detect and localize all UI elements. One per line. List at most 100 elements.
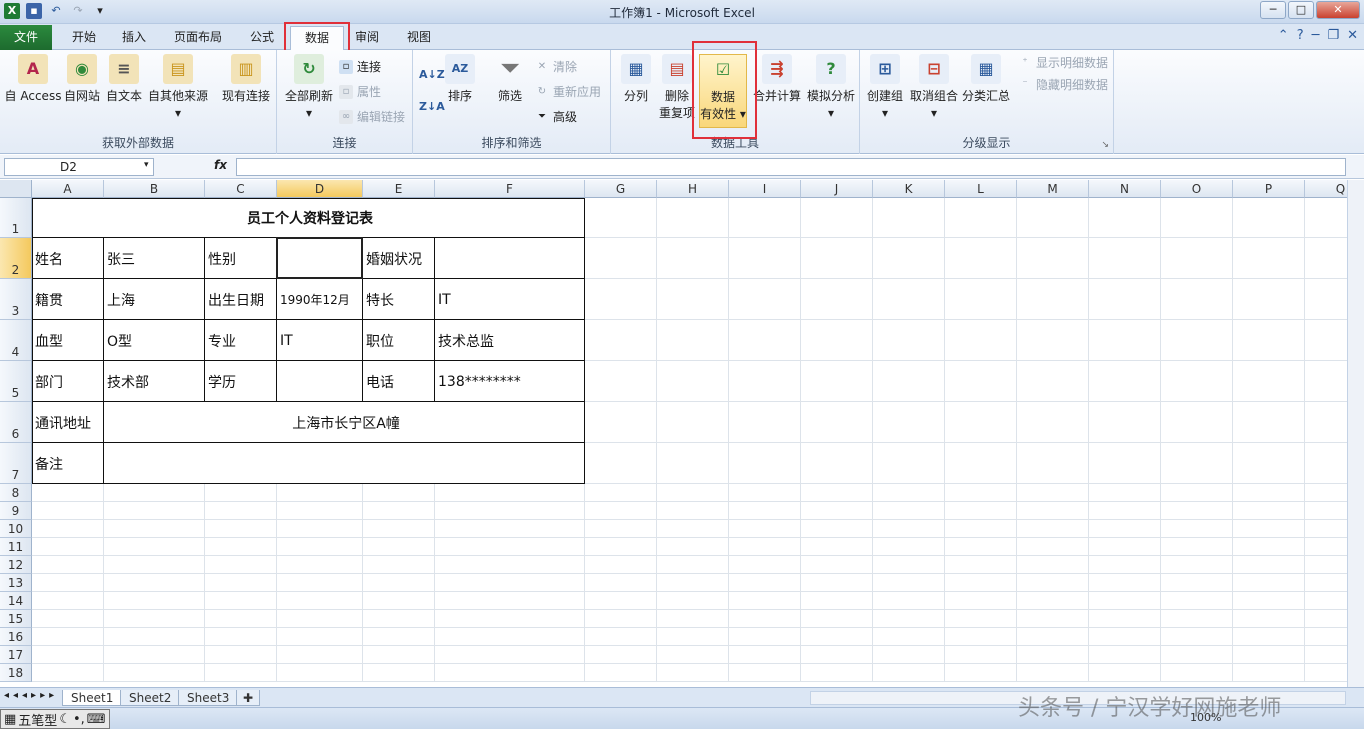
name-box[interactable]: D2 xyxy=(4,158,154,176)
sort-a-z-icon[interactable]: A↓Z xyxy=(419,66,445,84)
cell-A3[interactable]: 籍贯 xyxy=(32,279,104,320)
row-header-6[interactable]: 6 xyxy=(0,402,32,443)
column-header-P[interactable]: P xyxy=(1233,180,1305,198)
cell-E4[interactable]: 职位 xyxy=(363,320,435,361)
insert-sheet-icon[interactable]: ✚ xyxy=(236,690,261,706)
hide-detail-button[interactable]: ⁻ 隐藏明细数据 xyxy=(1018,76,1108,94)
cell-C5[interactable]: 学历 xyxy=(205,361,277,402)
advanced-filter-button[interactable]: ⏷ 高级 xyxy=(535,108,577,126)
row-header-14[interactable]: 14 xyxy=(0,592,32,610)
edit-links-button[interactable]: ∞ 编辑链接 xyxy=(339,108,405,126)
help-icon[interactable]: ? xyxy=(1297,28,1304,43)
filter-button[interactable]: ⏷ 筛选 xyxy=(493,54,527,105)
row-header-15[interactable]: 15 xyxy=(0,610,32,628)
show-detail-button[interactable]: ⁺ 显示明细数据 xyxy=(1018,54,1108,72)
cell-B7-merged[interactable] xyxy=(104,443,585,484)
cell-A5[interactable]: 部门 xyxy=(32,361,104,402)
subtotal-button[interactable]: ▦ 分类汇总 xyxy=(960,54,1012,105)
reapply-button[interactable]: ↻ 重新应用 xyxy=(535,83,601,101)
row-header-2[interactable]: 2 xyxy=(0,238,32,279)
formula-input[interactable] xyxy=(236,158,1346,176)
insert-function-icon[interactable]: fx xyxy=(214,158,227,172)
tab-insert[interactable]: 插入 xyxy=(108,26,160,49)
select-all-corner[interactable] xyxy=(0,180,32,198)
ribbon-collapse-icon[interactable]: ⌃ xyxy=(1278,28,1289,43)
doc-minimize-icon[interactable]: ─ xyxy=(1312,28,1320,43)
tab-formulas[interactable]: 公式 xyxy=(236,26,288,49)
properties-button[interactable]: ▫ 属性 xyxy=(339,83,381,101)
sort-z-a-icon[interactable]: Z↓A xyxy=(419,98,445,116)
existing-connections-button[interactable]: ▥ 现有连接 xyxy=(218,54,274,105)
column-header-D[interactable]: D xyxy=(277,180,363,198)
column-header-A[interactable]: A xyxy=(32,180,104,198)
row-header-7[interactable]: 7 xyxy=(0,443,32,484)
cell-E2[interactable]: 婚姻状况 xyxy=(363,238,435,279)
cell-C2[interactable]: 性别 xyxy=(205,238,277,279)
minimize-button[interactable]: ─ xyxy=(1260,1,1286,19)
cell-E5[interactable]: 电话 xyxy=(363,361,435,402)
clear-button[interactable]: ✕ 清除 xyxy=(535,58,577,76)
from-access-button[interactable]: A自 Access xyxy=(4,54,62,105)
tab-page-layout[interactable]: 页面布局 xyxy=(160,26,236,49)
close-button[interactable]: ✕ xyxy=(1316,1,1360,19)
row-header-17[interactable]: 17 xyxy=(0,646,32,664)
tab-home[interactable]: 开始 xyxy=(58,26,110,49)
name-box-dropdown-icon[interactable]: ▾ xyxy=(144,160,149,170)
from-other-sources-button[interactable]: ▤ 自其他来源 ▾ xyxy=(146,54,210,122)
row-header-1[interactable]: 1 xyxy=(0,198,32,238)
row-header-13[interactable]: 13 xyxy=(0,574,32,592)
refresh-all-button[interactable]: ↻ 全部刷新 ▾ xyxy=(281,54,337,122)
vertical-scrollbar[interactable] xyxy=(1347,180,1364,687)
sheet-tab-3[interactable]: Sheet3 xyxy=(178,690,239,706)
from-web-button[interactable]: ◉ 自网站 xyxy=(62,54,102,105)
doc-close-icon[interactable]: ✕ xyxy=(1347,28,1358,43)
column-header-G[interactable]: G xyxy=(585,180,657,198)
row-header-8[interactable]: 8 xyxy=(0,484,32,502)
column-header-B[interactable]: B xyxy=(104,180,205,198)
row-header-4[interactable]: 4 xyxy=(0,320,32,361)
cell-A7[interactable]: 备注 xyxy=(32,443,104,484)
cell-B5[interactable]: 技术部 xyxy=(104,361,205,402)
row-header-12[interactable]: 12 xyxy=(0,556,32,574)
data-validation-button[interactable]: ☑ 数据 有效性 ▾ xyxy=(699,54,747,128)
connections-button[interactable]: ▫ 连接 xyxy=(339,58,381,76)
column-header-K[interactable]: K xyxy=(873,180,945,198)
column-header-E[interactable]: E xyxy=(363,180,435,198)
cell-F2[interactable] xyxy=(435,238,585,279)
text-to-columns-button[interactable]: ▦ 分列 xyxy=(619,54,653,105)
doc-restore-icon[interactable]: ❐ xyxy=(1327,28,1339,43)
maximize-button[interactable]: □ xyxy=(1288,1,1314,19)
active-cell-D2[interactable] xyxy=(276,237,363,279)
sheet-tab-1[interactable]: Sheet1 xyxy=(62,690,123,706)
tab-review[interactable]: 审阅 xyxy=(341,26,393,49)
cell-A2[interactable]: 姓名 xyxy=(32,238,104,279)
cell-E3[interactable]: 特长 xyxy=(363,279,435,320)
group-button[interactable]: ⊞ 创建组 ▾ xyxy=(864,54,906,122)
column-header-C[interactable]: C xyxy=(205,180,277,198)
dialog-launcher-icon[interactable]: ↘ xyxy=(1101,140,1109,150)
column-header-J[interactable]: J xyxy=(801,180,873,198)
tab-view[interactable]: 视图 xyxy=(393,26,445,49)
what-if-analysis-button[interactable]: ? 模拟分析 ▾ xyxy=(805,54,857,122)
cell-F4[interactable]: 技术总监 xyxy=(435,320,585,361)
column-header-H[interactable]: H xyxy=(657,180,729,198)
cell-D5[interactable] xyxy=(277,361,363,402)
ime-toolbar[interactable]: ▦ 五笔型 ☾ •, ⌨ xyxy=(0,709,110,729)
column-header-M[interactable]: M xyxy=(1017,180,1089,198)
tab-file[interactable]: 文件 xyxy=(0,25,52,50)
sheet-nav-icons[interactable]: ◂◂◂▸▸▸ xyxy=(4,690,58,701)
cell-B2[interactable]: 张三 xyxy=(104,238,205,279)
cell-D3[interactable]: 1990年12月 xyxy=(277,279,363,320)
column-header-O[interactable]: O xyxy=(1161,180,1233,198)
tab-data[interactable]: 数据 xyxy=(290,26,345,51)
cell-C4[interactable]: 专业 xyxy=(205,320,277,361)
row-header-5[interactable]: 5 xyxy=(0,361,32,402)
cell-D4[interactable]: IT xyxy=(277,320,363,361)
ungroup-button[interactable]: ⊟ 取消组合 ▾ xyxy=(908,54,960,122)
row-header-9[interactable]: 9 xyxy=(0,502,32,520)
row-header-16[interactable]: 16 xyxy=(0,628,32,646)
remove-duplicates-button[interactable]: ▤ 删除 重复项 xyxy=(657,54,697,122)
column-header-I[interactable]: I xyxy=(729,180,801,198)
consolidate-button[interactable]: ⇶ 合并计算 xyxy=(751,54,803,105)
cell-A6[interactable]: 通讯地址 xyxy=(32,402,104,443)
